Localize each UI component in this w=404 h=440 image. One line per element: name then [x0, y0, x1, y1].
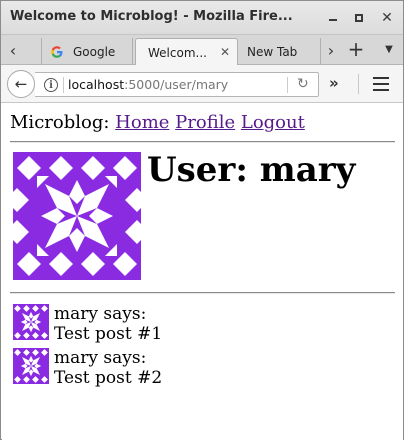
post-body: Test post #1	[54, 324, 163, 344]
tab-label: Google	[73, 44, 116, 59]
window-title: Welcome to Microblog! - Mozilla Fire...	[10, 9, 293, 24]
menu-hamburger-icon[interactable]	[373, 77, 389, 91]
post-avatar	[13, 304, 49, 340]
chevron-right-icon: ›	[327, 40, 335, 60]
minimize-button[interactable]	[323, 8, 343, 28]
reload-icon[interactable]: ↻	[297, 76, 309, 92]
back-arrow-icon: ←	[14, 75, 28, 93]
page-content: Microblog: Home Profile Logout User: mar…	[2, 104, 403, 440]
list-all-tabs-button[interactable]: ▼	[381, 41, 397, 57]
maximize-icon	[355, 14, 363, 22]
url-separator	[63, 77, 64, 93]
post-avatar	[13, 348, 49, 384]
post-author: mary says:	[54, 304, 147, 324]
divider	[10, 292, 395, 294]
close-tab-icon[interactable]: ✕	[220, 45, 230, 59]
title-bar: Welcome to Microblog! - Mozilla Fire... …	[1, 1, 403, 35]
nav-link-profile[interactable]: Profile	[175, 112, 235, 133]
url-host: localhost	[68, 77, 125, 92]
post-author: mary says:	[54, 348, 147, 368]
tab-strip: ‹ Google Welcom... ✕ New Tab › + ▼	[1, 35, 403, 66]
url-bar[interactable]: i localhost:5000/user/mary ↻	[35, 72, 319, 97]
post-text: mary says: Test post #2	[54, 348, 162, 388]
post-text: mary says: Test post #1	[54, 304, 162, 344]
post-body: Test post #2	[54, 368, 163, 388]
brand-label: Microblog:	[10, 112, 110, 133]
plus-icon: +	[347, 37, 365, 61]
close-window-button[interactable]: ✕	[377, 8, 397, 28]
google-icon	[51, 45, 63, 58]
user-avatar	[13, 152, 141, 280]
url-separator	[287, 77, 288, 93]
tab-microblog[interactable]: Welcom... ✕	[135, 38, 238, 66]
divider	[10, 141, 395, 143]
new-tab-button[interactable]: +	[345, 37, 367, 61]
url-path: :5000/user/mary	[124, 77, 229, 92]
chevron-down-icon: ▼	[385, 43, 393, 55]
info-icon[interactable]: i	[44, 78, 58, 92]
nav-link-home[interactable]: Home	[115, 112, 169, 133]
tab-new-tab[interactable]: New Tab	[241, 38, 321, 65]
nav-link-logout[interactable]: Logout	[241, 112, 305, 133]
toolbar-separator	[358, 74, 359, 94]
minimize-icon	[329, 19, 337, 21]
toolbar-overflow-icon[interactable]: »	[329, 74, 339, 92]
tab-scroll-right-button[interactable]: ›	[321, 40, 341, 60]
browser-window: Welcome to Microblog! - Mozilla Fire... …	[0, 0, 404, 440]
site-nav: Microblog: Home Profile Logout	[10, 112, 305, 133]
tab-label: New Tab	[247, 44, 298, 59]
page-title: User: mary	[147, 150, 356, 190]
maximize-button[interactable]	[349, 8, 369, 28]
url-text[interactable]: localhost:5000/user/mary	[68, 77, 228, 92]
chevron-left-icon: ‹	[9, 40, 17, 60]
tab-label: Welcom...	[148, 45, 207, 60]
back-button[interactable]: ←	[7, 70, 35, 98]
navigation-toolbar: ← i localhost:5000/user/mary ↻ »	[1, 65, 403, 103]
tab-scroll-left-button[interactable]: ‹	[3, 40, 23, 60]
tab-google[interactable]: Google	[41, 38, 133, 65]
close-icon: ✕	[381, 10, 393, 26]
